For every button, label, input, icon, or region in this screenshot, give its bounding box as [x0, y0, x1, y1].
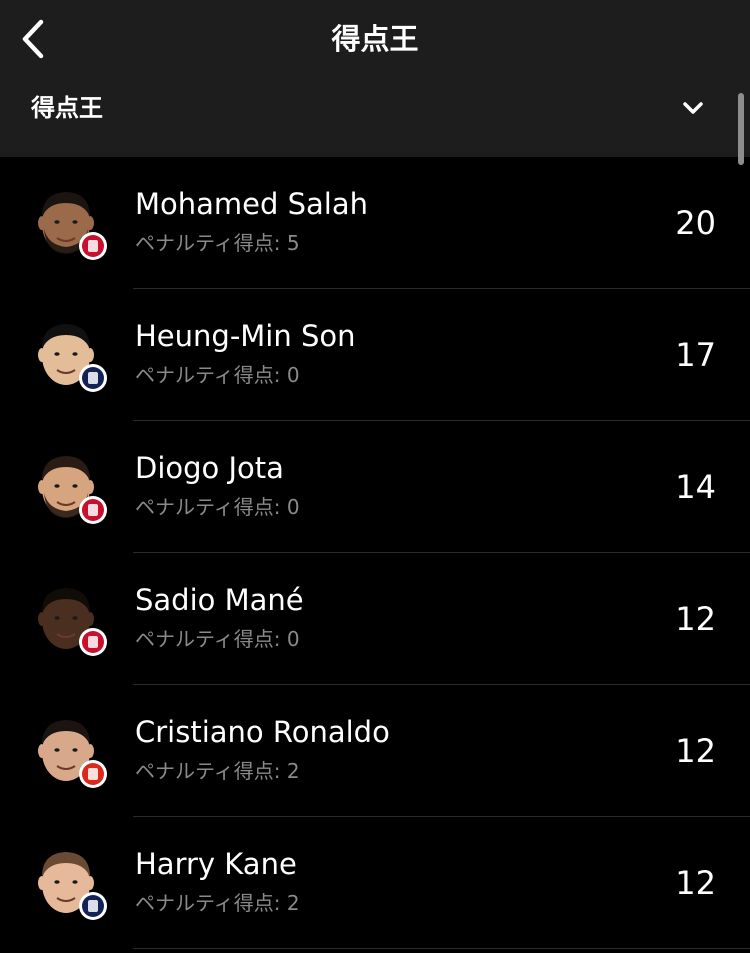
tottenham-badge-icon — [79, 364, 107, 392]
penalty-goals-value: 5 — [286, 231, 300, 255]
penalty-goals-value: 2 — [286, 759, 300, 783]
liverpool-badge-icon — [79, 232, 107, 260]
penalty-goals-line: ペナルティ得点: 0 — [135, 625, 300, 653]
player-row[interactable]: Harry Kane ペナルティ得点: 2 12 — [0, 817, 750, 949]
goals-count: 17 — [675, 336, 716, 374]
penalty-goals-line: ペナルティ得点: 0 — [135, 493, 300, 521]
player-name: Diogo Jota — [135, 451, 284, 485]
penalty-goals-line: ペナルティ得点: 2 — [135, 889, 300, 917]
penalty-goals-label: ペナルティ得点: — [135, 627, 281, 651]
top-scorers-screen: 得点王 得点王 Mohamed Salah ペナルティ得点: 5 20 Heung-M… — [0, 0, 750, 953]
player-row[interactable]: Cristiano Ronaldo ペナルティ得点: 2 12 — [0, 685, 750, 817]
penalty-goals-label: ペナルティ得点: — [135, 891, 281, 915]
player-name: Sadio Mané — [135, 583, 304, 617]
goals-count: 20 — [675, 204, 716, 242]
liverpool-badge-icon — [79, 628, 107, 656]
player-row[interactable]: Diogo Jota ペナルティ得点: 0 14 — [0, 421, 750, 553]
penalty-goals-value: 0 — [286, 627, 300, 651]
goals-count: 12 — [675, 600, 716, 638]
penalty-goals-label: ペナルティ得点: — [135, 363, 281, 387]
penalty-goals-label: ペナルティ得点: — [135, 495, 281, 519]
penalty-goals-line: ペナルティ得点: 5 — [135, 229, 300, 257]
chevron-down-icon — [683, 102, 703, 114]
top-scorers-list: Mohamed Salah ペナルティ得点: 5 20 Heung-Min Son ペナ… — [0, 157, 750, 949]
penalty-goals-label: ペナルティ得点: — [135, 231, 281, 255]
player-avatar — [38, 588, 107, 656]
player-name: Harry Kane — [135, 847, 297, 881]
manchester-united-badge-icon — [79, 760, 107, 788]
goals-count: 12 — [675, 732, 716, 770]
player-avatar — [38, 192, 107, 260]
player-avatar — [38, 456, 107, 524]
player-avatar — [38, 324, 107, 392]
player-name: Mohamed Salah — [135, 187, 369, 221]
penalty-goals-label: ペナルティ得点: — [135, 759, 281, 783]
navigation-bar: 得点王 — [0, 0, 750, 78]
penalty-goals-value: 0 — [286, 363, 300, 387]
penalty-goals-line: ペナルティ得点: 0 — [135, 361, 300, 389]
player-row[interactable]: Sadio Mané ペナルティ得点: 0 12 — [0, 553, 750, 685]
row-divider — [133, 948, 750, 949]
page-title: 得点王 — [331, 22, 419, 56]
tottenham-badge-icon — [79, 892, 107, 920]
player-row[interactable]: Mohamed Salah ペナルティ得点: 5 20 — [0, 157, 750, 289]
player-name: Heung-Min Son — [135, 319, 356, 353]
penalty-goals-value: 2 — [286, 891, 300, 915]
player-name: Cristiano Ronaldo — [135, 715, 390, 749]
player-avatar — [38, 720, 107, 788]
penalty-goals-value: 0 — [286, 495, 300, 519]
goals-count: 12 — [675, 864, 716, 902]
liverpool-badge-icon — [79, 496, 107, 524]
scroll-indicator[interactable] — [738, 93, 744, 165]
player-row[interactable]: Heung-Min Son ペナルティ得点: 0 17 — [0, 289, 750, 421]
goals-count: 14 — [675, 468, 716, 506]
stat-category-dropdown[interactable]: 得点王 — [0, 78, 750, 157]
penalty-goals-line: ペナルティ得点: 2 — [135, 757, 300, 785]
stat-category-label: 得点王 — [31, 94, 103, 122]
player-avatar — [38, 852, 107, 920]
